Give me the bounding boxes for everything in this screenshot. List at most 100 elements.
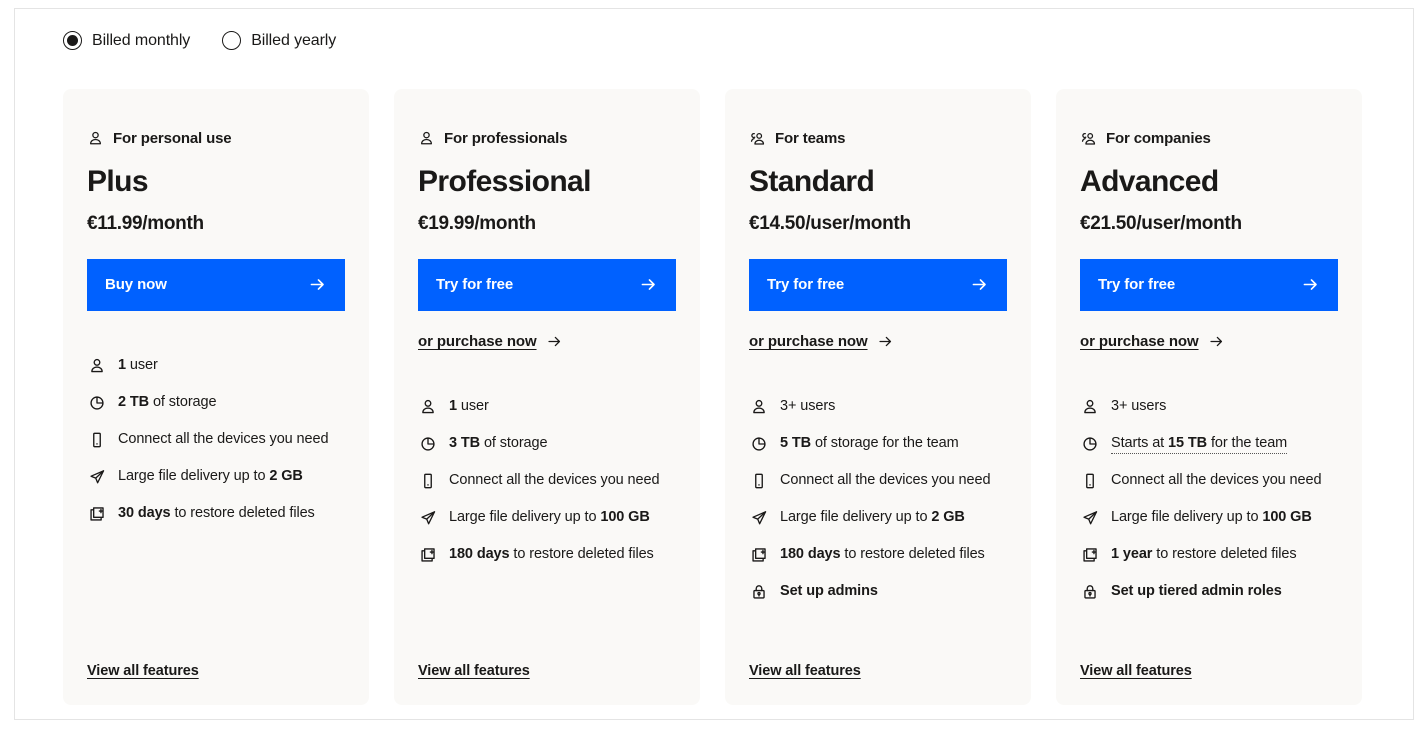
arrow-right-icon: [639, 275, 658, 294]
purchase-now-link[interactable]: or purchase now: [418, 332, 676, 352]
person-icon: [1080, 397, 1099, 416]
send-icon: [87, 467, 106, 486]
plan-cta-label: Try for free: [436, 276, 514, 293]
radio-button[interactable]: [63, 31, 82, 50]
plan-price: €14.50/user/month: [749, 212, 911, 234]
feature-item: 5 TB of storage for the team: [749, 434, 1007, 454]
arrow-right-icon: [308, 275, 327, 294]
arrow-right-icon: [1301, 275, 1320, 294]
feature-item: 3+ users: [1080, 397, 1338, 417]
lock-icon: [1080, 582, 1099, 601]
plan-card: For personal use Plus €11.99/month Buy n…: [63, 89, 369, 705]
plan-cta-button[interactable]: Buy now: [87, 258, 345, 311]
feature-label: 1 user: [118, 356, 158, 373]
send-icon: [1080, 508, 1099, 527]
feature-item: Connect all the devices you need: [749, 471, 1007, 491]
pricing-page: Billed monthly Billed yearly For personal…: [14, 8, 1414, 720]
plan-feature-list: 3+ users Starts at 15 TB for the team Conn…: [1080, 397, 1338, 603]
feature-item: Connect all the devices you need: [87, 430, 345, 450]
feature-item: Set up tiered admin roles: [1080, 582, 1338, 602]
purchase-now-label: or purchase now: [749, 333, 868, 350]
feature-item: 3+ users: [749, 397, 1007, 417]
feature-label: 180 days to restore deleted files: [780, 545, 985, 562]
billing-option-yearly[interactable]: Billed yearly: [222, 31, 336, 50]
feature-label: Large file delivery up to 100 GB: [449, 508, 650, 525]
plan-name: Professional: [418, 165, 591, 198]
lock-icon: [749, 582, 768, 601]
feature-label[interactable]: Starts at 15 TB for the team: [1111, 434, 1287, 455]
person-icon: [418, 130, 435, 147]
group-icon: [1080, 130, 1097, 147]
billing-option-label: Billed yearly: [251, 31, 337, 49]
plan-card: For teams Standard €14.50/user/month Try…: [725, 89, 1031, 705]
plan-audience: For personal use: [87, 129, 345, 147]
plan-feature-list: 1 user 3 TB of storage Connect all the dev…: [418, 397, 676, 565]
feature-label: 3+ users: [1111, 397, 1167, 414]
device-icon: [87, 430, 106, 449]
feature-item: Large file delivery up to 2 GB: [749, 508, 1007, 528]
person-icon: [87, 356, 106, 375]
plan-name: Advanced: [1080, 165, 1219, 198]
restore-icon: [87, 504, 106, 523]
plan-cta-label: Buy now: [105, 276, 167, 293]
feature-item: 1 year to restore deleted files: [1080, 545, 1338, 565]
restore-icon: [418, 545, 437, 564]
feature-label: 30 days to restore deleted files: [118, 504, 315, 521]
feature-label: 1 year to restore deleted files: [1111, 546, 1297, 563]
feature-item: Connect all the devices you need: [1080, 471, 1338, 491]
send-icon: [418, 508, 437, 527]
plan-cta-button[interactable]: Try for free: [1080, 258, 1338, 311]
plan-price: €21.50/user/month: [1080, 212, 1242, 234]
view-all-features-link[interactable]: View all features: [749, 663, 861, 679]
device-icon: [1080, 471, 1099, 490]
radio-button[interactable]: [222, 31, 242, 50]
view-all-features-link[interactable]: View all features: [1080, 663, 1192, 679]
plan-audience: For companies: [1080, 129, 1338, 147]
feature-item: Set up admins: [749, 582, 1007, 602]
view-all-features-link[interactable]: View all features: [87, 663, 199, 679]
purchase-now-label: or purchase now: [1080, 333, 1199, 350]
billing-option-monthly[interactable]: Billed monthly: [63, 31, 190, 50]
feature-label: Set up tiered admin roles: [1111, 583, 1282, 600]
group-icon: [749, 130, 766, 147]
feature-label: 1 user: [449, 397, 489, 414]
feature-item: 1 user: [418, 397, 676, 417]
feature-label: 2 TB of storage: [118, 393, 217, 410]
billing-period-toggle: Billed monthly Billed yearly: [63, 31, 336, 50]
feature-item: Large file delivery up to 100 GB: [1080, 508, 1338, 528]
plan-cta-label: Try for free: [767, 276, 845, 293]
feature-item: 1 user: [87, 356, 345, 376]
feature-item: Connect all the devices you need: [418, 471, 676, 491]
plan-name: Plus: [87, 165, 149, 198]
storage-icon: [749, 434, 768, 453]
restore-icon: [1080, 545, 1099, 564]
plan-card-grid: For personal use Plus €11.99/month Buy n…: [63, 89, 1362, 705]
feature-item: Large file delivery up to 2 GB: [87, 467, 345, 487]
purchase-now-link[interactable]: or purchase now: [1080, 332, 1338, 352]
plan-cta-label: Try for free: [1098, 276, 1176, 293]
view-all-features-link[interactable]: View all features: [418, 663, 530, 679]
plan-price: €11.99/month: [87, 212, 204, 234]
feature-item: 2 TB of storage: [87, 393, 345, 413]
plan-cta-button[interactable]: Try for free: [749, 258, 1007, 311]
plan-cta-button[interactable]: Try for free: [418, 258, 676, 311]
feature-label: 3+ users: [780, 397, 836, 414]
feature-label: Large file delivery up to 100 GB: [1111, 509, 1312, 526]
plan-feature-list: 1 user 2 TB of storage Connect all the dev…: [87, 356, 345, 524]
plan-card: For companies Advanced €21.50/user/month…: [1056, 89, 1362, 705]
storage-icon: [1080, 434, 1099, 453]
plan-price: €19.99/month: [418, 212, 536, 234]
send-icon: [749, 508, 768, 527]
plan-audience: For professionals: [418, 129, 676, 147]
arrow-right-icon: [877, 333, 894, 350]
person-icon: [87, 130, 104, 147]
feature-label: Connect all the devices you need: [118, 430, 329, 447]
device-icon: [418, 471, 437, 490]
plan-card: For professionals Professional €19.99/mo…: [394, 89, 700, 705]
purchase-now-link[interactable]: or purchase now: [749, 332, 1007, 352]
feature-item: 180 days to restore deleted files: [418, 545, 676, 565]
feature-label: Connect all the devices you need: [449, 471, 660, 488]
arrow-right-icon: [1208, 333, 1225, 350]
plan-audience-label: For companies: [1106, 129, 1211, 147]
feature-item: 180 days to restore deleted files: [749, 545, 1007, 565]
